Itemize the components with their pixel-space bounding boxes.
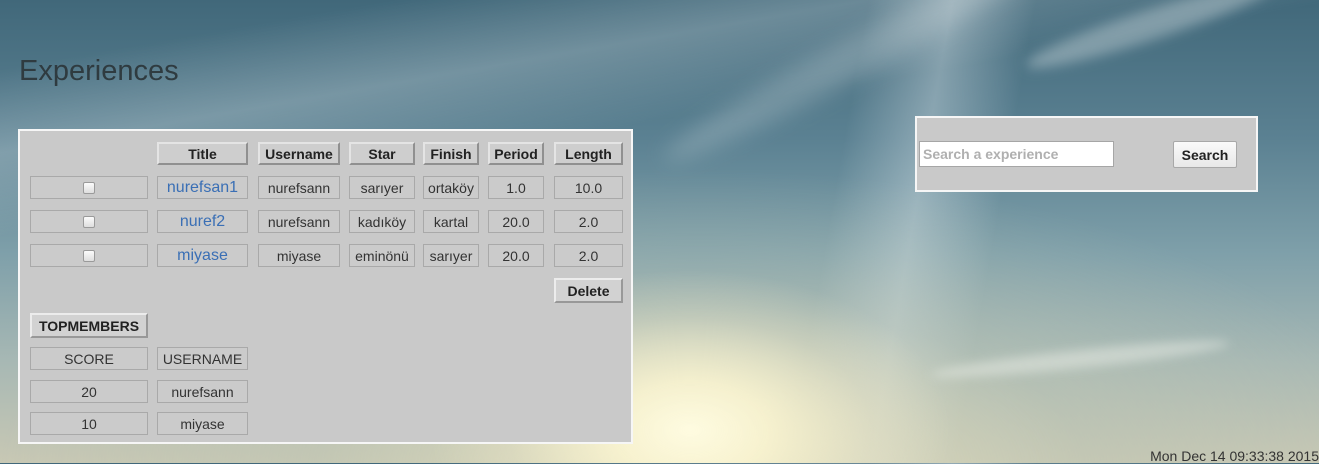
row-checkbox[interactable] [83,249,95,262]
top-members-header-username: USERNAME [157,347,248,370]
finish-cell: sarıyer [423,244,479,267]
search-button[interactable]: Search [1173,141,1237,168]
member-score-cell: 20 [30,380,148,403]
background-cloud [929,334,1231,384]
search-panel: Search [915,116,1258,192]
username-cell: miyase [258,244,340,267]
row-select-cell[interactable] [30,176,148,199]
column-header-star[interactable]: Star [349,142,415,165]
background-cloud [1021,0,1279,80]
experience-title-link[interactable]: nuref2 [180,213,225,231]
row-checkbox[interactable] [83,181,95,194]
period-cell: 20.0 [488,244,544,267]
column-header-username[interactable]: Username [258,142,340,165]
experience-title-cell[interactable]: nuref2 [157,210,248,233]
experience-title-cell[interactable]: miyase [157,244,248,267]
length-cell: 2.0 [554,210,623,233]
experiences-panel: Title Username Star Finish Period Length… [18,129,633,444]
star-cell: sarıyer [349,176,415,199]
star-cell: kadıköy [349,210,415,233]
clock-timestamp: Mon Dec 14 09:33:38 2015 [1150,448,1319,464]
top-members-header-score: SCORE [30,347,148,370]
period-cell: 1.0 [488,176,544,199]
row-select-cell[interactable] [30,244,148,267]
length-cell: 2.0 [554,244,623,267]
experience-title-link[interactable]: nurefsan1 [167,179,238,197]
row-select-cell[interactable] [30,210,148,233]
finish-cell: ortaköy [423,176,479,199]
experience-title-link[interactable]: miyase [177,247,228,265]
member-score-cell: 10 [30,412,148,435]
member-username-cell: nurefsann [157,380,248,403]
column-header-title[interactable]: Title [157,142,248,165]
star-cell: eminönü [349,244,415,267]
column-header-period[interactable]: Period [488,142,544,165]
member-username-cell: miyase [157,412,248,435]
page-title: Experiences [19,55,179,87]
top-members-button[interactable]: TOPMEMBERS [30,313,148,338]
username-cell: nurefsann [258,210,340,233]
search-input[interactable] [919,141,1114,167]
period-cell: 20.0 [488,210,544,233]
column-header-finish[interactable]: Finish [423,142,479,165]
delete-button[interactable]: Delete [554,278,623,303]
row-checkbox[interactable] [83,215,95,228]
column-header-length[interactable]: Length [554,142,623,165]
experience-title-cell[interactable]: nurefsan1 [157,176,248,199]
length-cell: 10.0 [554,176,623,199]
username-cell: nurefsann [258,176,340,199]
finish-cell: kartal [423,210,479,233]
